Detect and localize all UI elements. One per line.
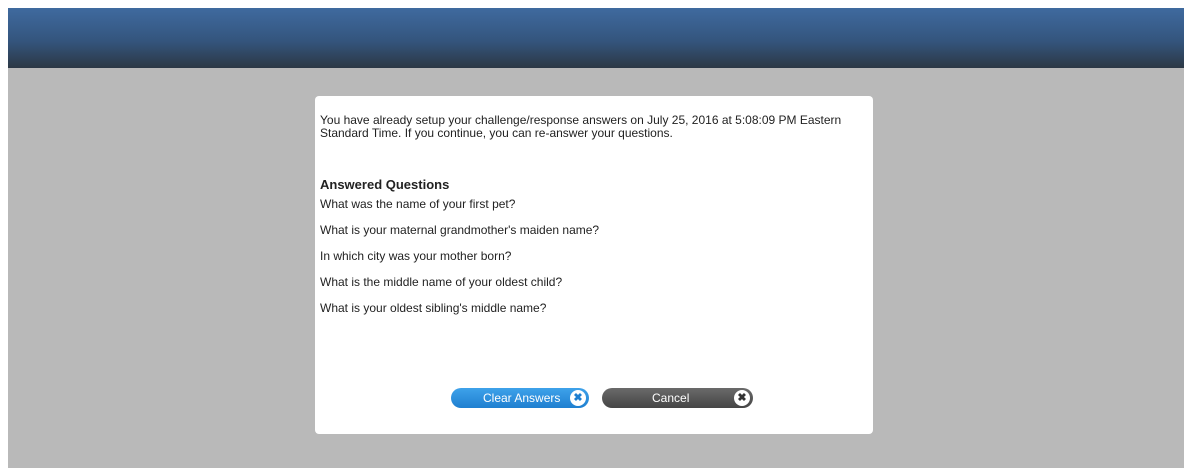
question-item: In which city was your mother born? bbox=[320, 249, 512, 263]
question-item: What is your maternal grandmother's maid… bbox=[320, 223, 600, 237]
close-icon: ✖ bbox=[570, 390, 586, 406]
challenge-response-dialog: You have already setup your challenge/re… bbox=[315, 96, 873, 434]
cancel-button[interactable]: Cancel ✖ bbox=[602, 388, 753, 408]
dialog-intro-text: You have already setup your challenge/re… bbox=[320, 113, 842, 140]
clear-answers-label: Clear Answers bbox=[483, 391, 561, 405]
answered-questions-heading: Answered Questions bbox=[320, 177, 450, 192]
question-item: What is the middle name of your oldest c… bbox=[320, 275, 563, 289]
question-item: What was the name of your first pet? bbox=[320, 197, 516, 211]
header-bar bbox=[8, 8, 1184, 68]
cancel-label: Cancel bbox=[652, 391, 690, 405]
page-backdrop: You have already setup your challenge/re… bbox=[8, 8, 1184, 468]
question-item: What is your oldest sibling's middle nam… bbox=[320, 301, 547, 315]
close-icon: ✖ bbox=[734, 390, 750, 406]
answered-questions-list: What was the name of your first pet? Wha… bbox=[320, 197, 873, 315]
clear-answers-button[interactable]: Clear Answers ✖ bbox=[451, 388, 589, 408]
